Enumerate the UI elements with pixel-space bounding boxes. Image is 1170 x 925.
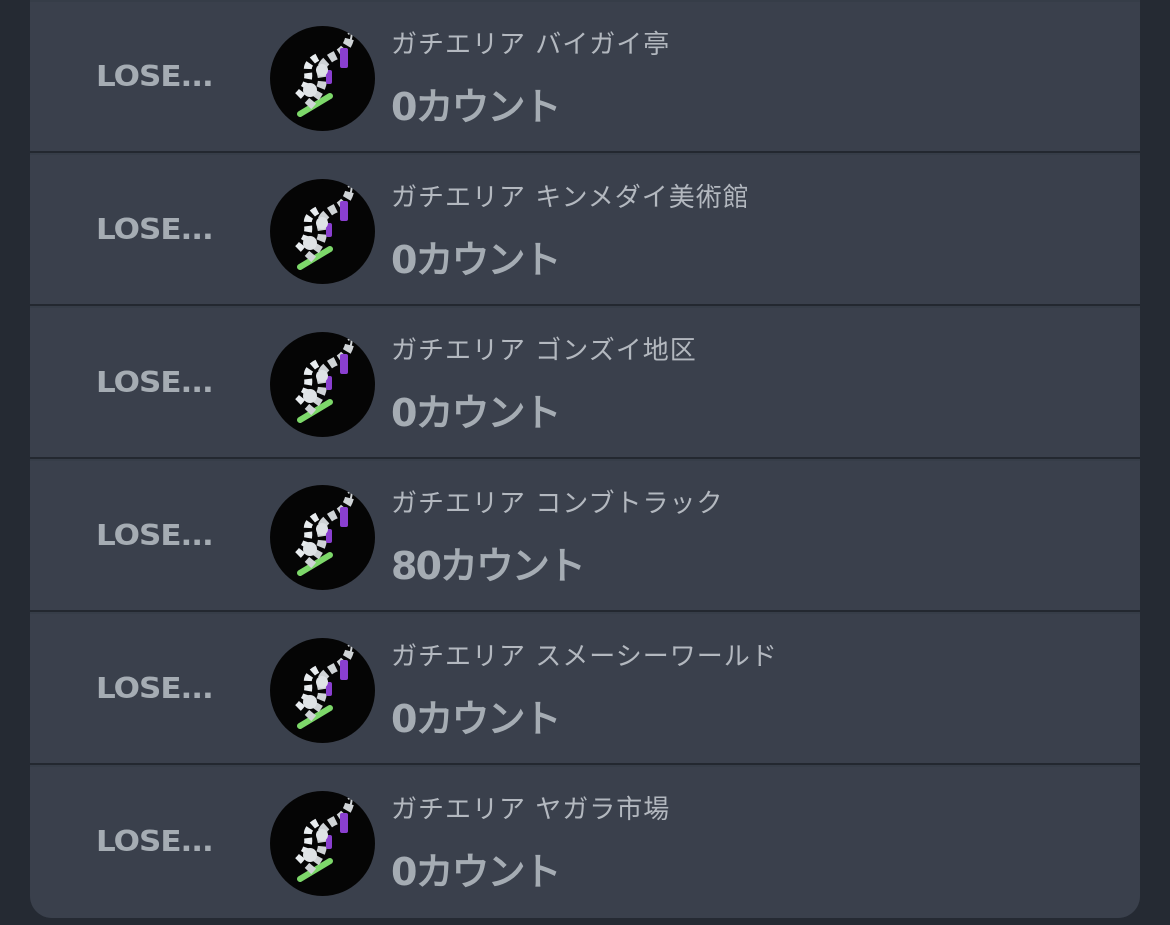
stage-name: ガチエリア バイガイ亭	[391, 30, 671, 60]
match-row[interactable]: LOSE... ガチエリア キンメダイ美術館 0カウント	[30, 155, 1140, 306]
stage-name: ガチエリア コンブトラック	[391, 489, 724, 519]
count-value: 0カウント	[391, 85, 561, 129]
match-row[interactable]: LOSE... ガチエリア コンブトラック 80カウント	[30, 461, 1140, 612]
match-history-panel: LOSE... ガチエリア バイガイ亭 0カウント LOSE... ガチエリア …	[30, 0, 1140, 918]
stage-name: ガチエリア ヤガラ市場	[391, 795, 671, 825]
stage-name: ガチエリア キンメダイ美術館	[391, 183, 750, 213]
weapon-icon	[270, 26, 375, 131]
weapon-icon	[270, 485, 375, 590]
result-label: LOSE...	[96, 825, 214, 859]
count-value: 0カウント	[391, 697, 561, 741]
stage-name: ガチエリア ゴンズイ地区	[391, 336, 697, 366]
match-row[interactable]: LOSE... ガチエリア ヤガラ市場 0カウント	[30, 767, 1140, 918]
result-label: LOSE...	[96, 672, 214, 706]
weapon-icon	[270, 179, 375, 284]
count-value: 0カウント	[391, 850, 561, 894]
weapon-icon	[270, 638, 375, 743]
count-value: 0カウント	[391, 238, 561, 282]
count-value: 80カウント	[391, 544, 586, 588]
match-row[interactable]: LOSE... ガチエリア ゴンズイ地区 0カウント	[30, 308, 1140, 459]
result-label: LOSE...	[96, 60, 214, 94]
match-row[interactable]: LOSE... ガチエリア スメーシーワールド 0カウント	[30, 614, 1140, 765]
result-label: LOSE...	[96, 213, 214, 247]
count-value: 0カウント	[391, 391, 561, 435]
result-label: LOSE...	[96, 366, 214, 400]
weapon-icon	[270, 791, 375, 896]
weapon-icon	[270, 332, 375, 437]
result-label: LOSE...	[96, 519, 214, 553]
match-row[interactable]: LOSE... ガチエリア バイガイ亭 0カウント	[30, 2, 1140, 153]
stage-name: ガチエリア スメーシーワールド	[391, 642, 778, 672]
